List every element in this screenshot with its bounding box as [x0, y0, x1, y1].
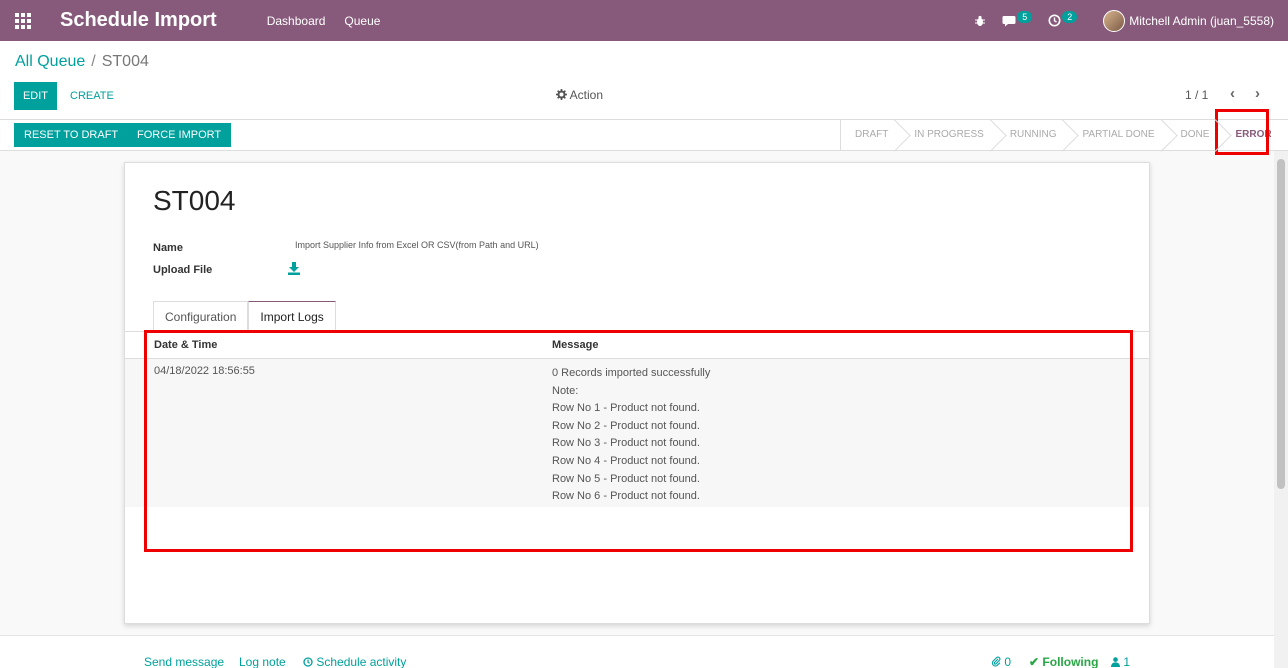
followers-count: 1 [1123, 655, 1131, 668]
action-label: Action [569, 88, 604, 102]
record-title: ST004 [153, 185, 236, 216]
menu-item-dashboard[interactable]: Dashboard [267, 14, 326, 28]
chat-bubble-icon [1002, 15, 1016, 26]
stage-partial-done[interactable]: PARTIAL DONE [1068, 120, 1166, 151]
upload-file-label: Upload File [153, 264, 213, 276]
control-panel: All Queue / ST004 EDIT CREATE Action 1 / 1… [0, 41, 1288, 151]
breadcrumb: All Queue / ST004 [15, 53, 149, 71]
stage-draft[interactable]: DRAFT [841, 120, 900, 151]
stage-pipeline: DRAFT IN PROGRESS RUNNING PARTIAL DONE D… [840, 120, 1284, 151]
following-label: Following [1042, 655, 1099, 668]
create-button[interactable]: CREATE [70, 82, 114, 110]
menu-item-queue[interactable]: Queue [344, 14, 380, 28]
logs-highlight [144, 330, 1133, 552]
apps-menu-icon[interactable] [0, 0, 46, 41]
scrollbar-thumb[interactable] [1277, 159, 1285, 489]
edit-button[interactable]: EDIT [14, 82, 57, 110]
clock-icon [303, 657, 313, 667]
reset-to-draft-button[interactable]: RESET TO DRAFT [14, 123, 129, 147]
tab-configuration[interactable]: Configuration [153, 301, 249, 332]
name-value: Import Supplier Info from Excel OR CSV(f… [295, 240, 539, 250]
top-navbar: Schedule Import Dashboard Queue 5 2 Mitc… [0, 0, 1288, 41]
app-title: Schedule Import [60, 9, 217, 31]
chatter-topbar: Send message Log note Schedule activity … [0, 635, 1288, 668]
breadcrumb-current: ST004 [101, 53, 149, 70]
messages-button[interactable]: 5 [1002, 10, 1033, 27]
tab-import-logs[interactable]: Import Logs [248, 301, 336, 332]
paperclip-icon [991, 656, 1001, 667]
following-button[interactable]: ✔ Following [1029, 655, 1098, 668]
systray: 5 2 Mitchell Admin (juan_5558) [958, 0, 1274, 41]
pager-next-icon[interactable]: › [1255, 85, 1260, 102]
status-bar: RESET TO DRAFT FORCE IMPORT DRAFT IN PRO… [0, 119, 1288, 151]
breadcrumb-separator: / [91, 53, 96, 70]
log-note-button[interactable]: Log note [239, 655, 286, 668]
main-menu: Dashboard Queue [267, 14, 400, 28]
scrollbar[interactable] [1274, 151, 1288, 668]
send-message-button[interactable]: Send message [144, 655, 224, 668]
breadcrumb-parent[interactable]: All Queue [15, 53, 85, 70]
name-label: Name [153, 242, 183, 254]
pager-value[interactable]: 1 / 1 [1185, 88, 1208, 102]
schedule-activity-label: Schedule activity [316, 655, 407, 668]
activities-button[interactable]: 2 [1048, 10, 1078, 27]
messages-badge: 5 [1017, 10, 1033, 23]
stage-in-progress[interactable]: IN PROGRESS [900, 120, 995, 151]
attachments-button[interactable]: 0 [991, 655, 1011, 668]
schedule-activity-button[interactable]: Schedule activity [303, 655, 406, 668]
action-dropdown[interactable]: Action [556, 88, 603, 102]
user-icon [1111, 657, 1120, 667]
attachments-count: 0 [1004, 655, 1012, 668]
pager-previous-icon[interactable]: ‹ [1230, 85, 1235, 102]
check-icon: ✔ [1029, 655, 1040, 668]
notebook-tabs: Configuration Import Logs [153, 301, 336, 332]
clock-icon [1048, 14, 1061, 27]
gear-icon [556, 89, 567, 100]
force-import-button[interactable]: FORCE IMPORT [127, 123, 232, 147]
debug-bug-icon[interactable] [974, 15, 986, 27]
download-icon[interactable] [288, 262, 300, 276]
user-avatar[interactable] [1103, 9, 1126, 32]
user-menu[interactable]: Mitchell Admin (juan_5558) [1129, 14, 1274, 28]
activities-badge: 2 [1062, 10, 1078, 23]
followers-button[interactable]: 1 [1111, 655, 1130, 668]
